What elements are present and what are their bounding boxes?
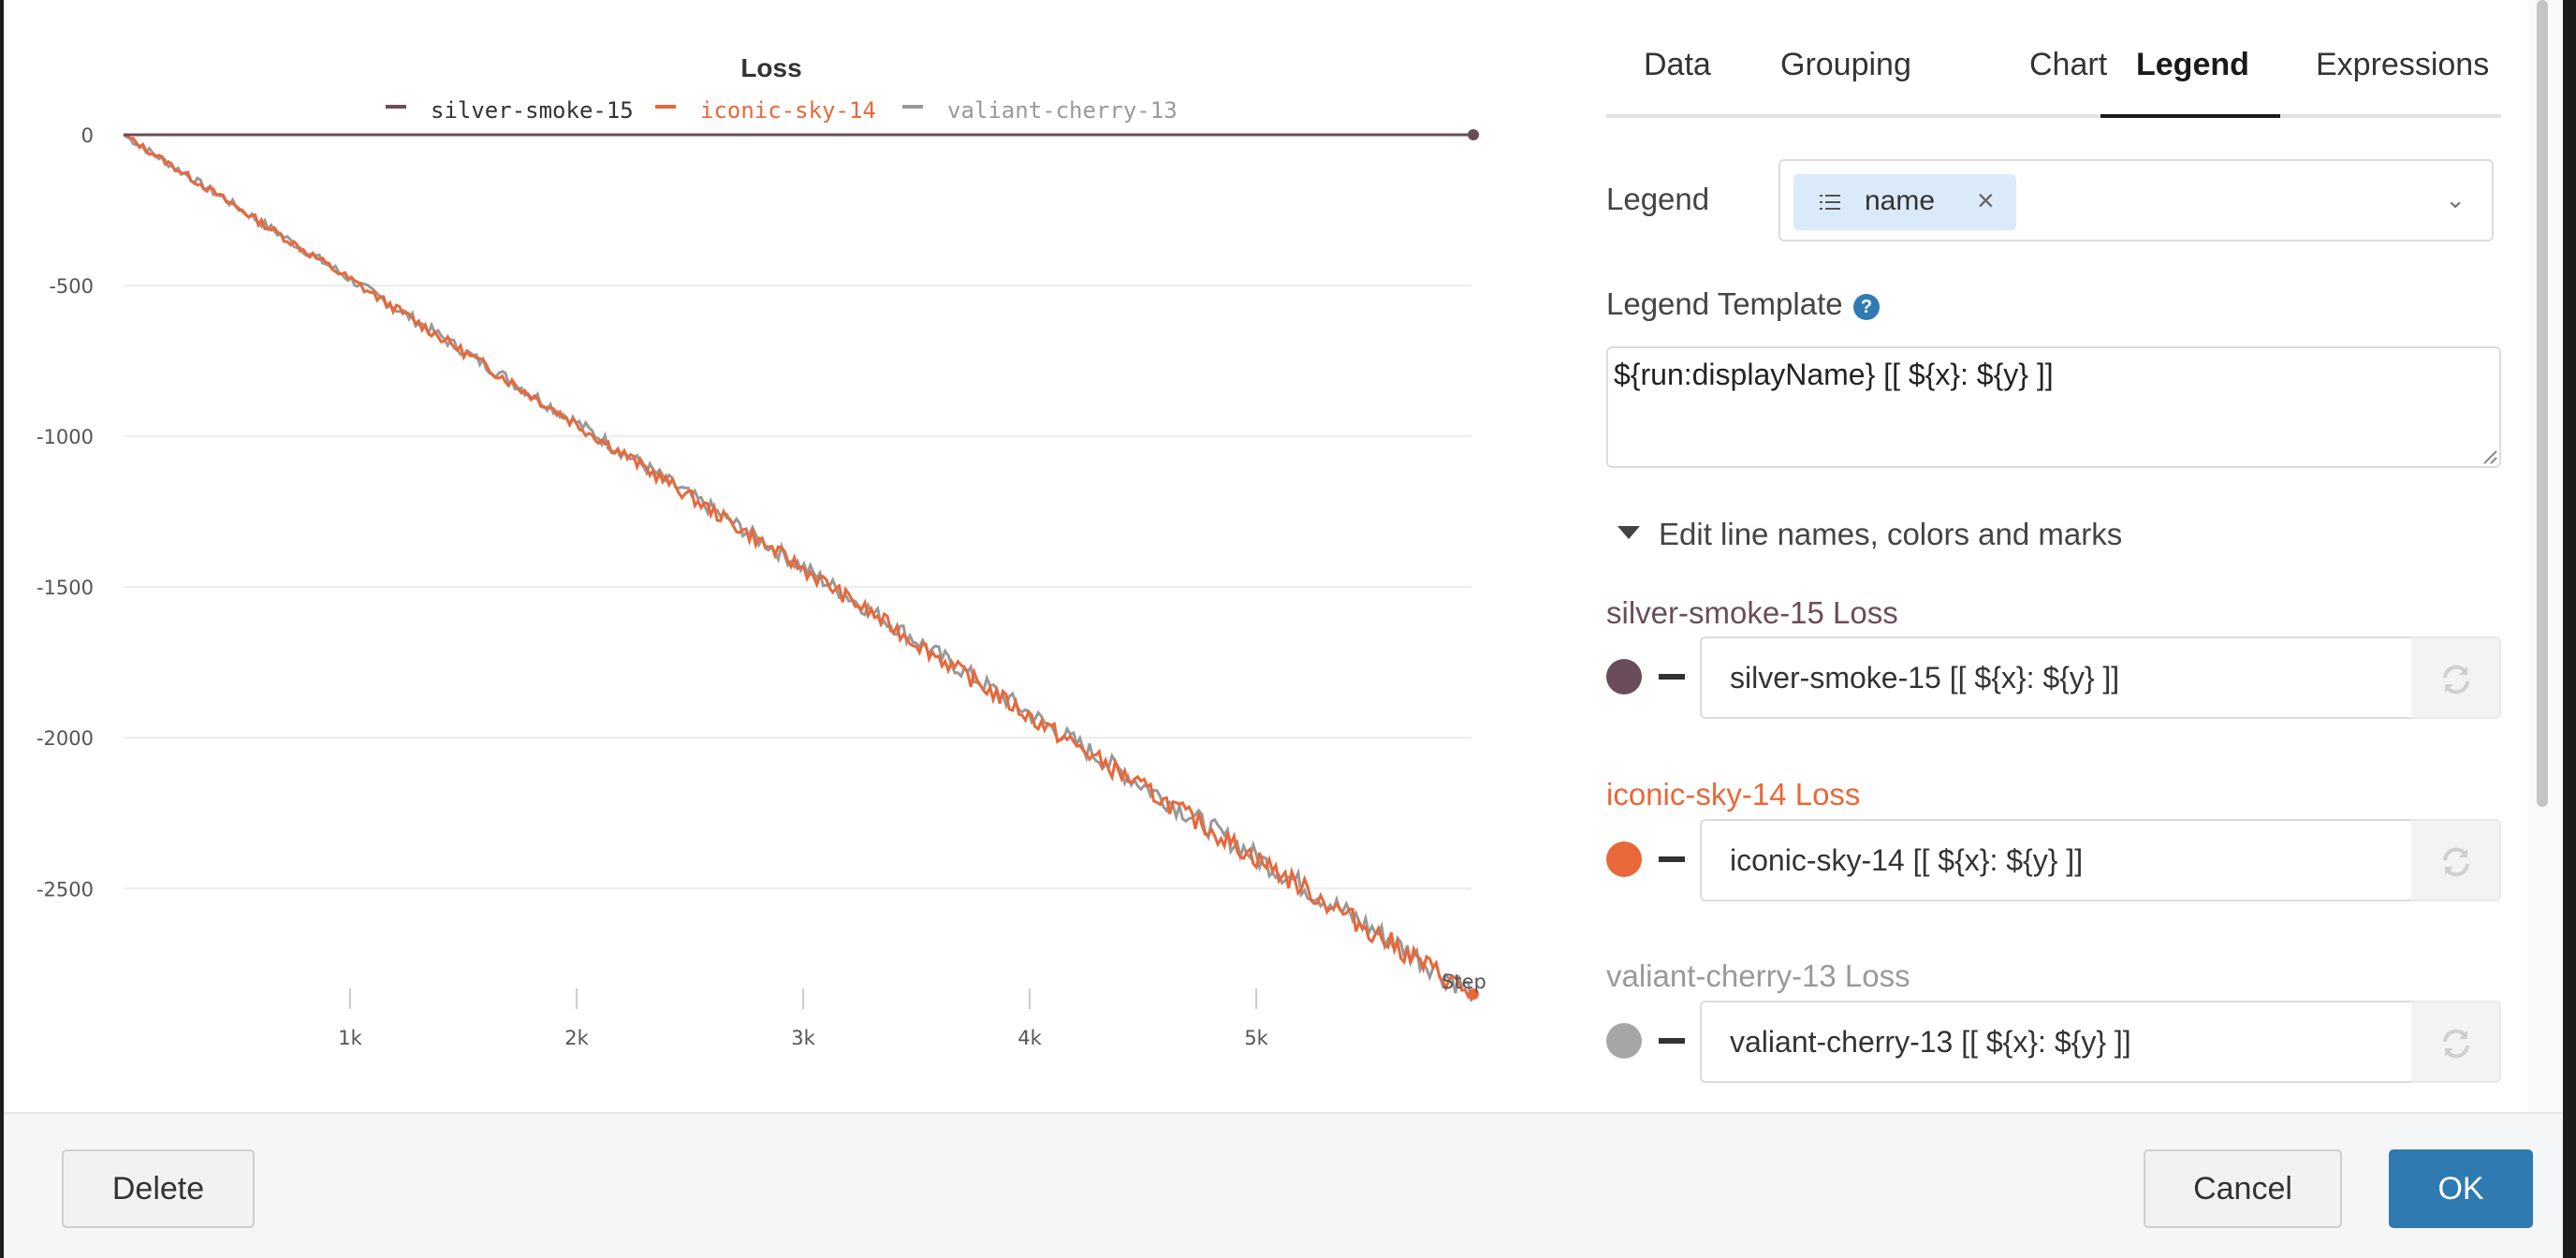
- tab-expressions[interactable]: Expressions: [2316, 47, 2489, 114]
- tab-chart[interactable]: Chart: [2029, 47, 2107, 114]
- legend-template-label: Legend Template: [1606, 286, 1843, 321]
- line-mark-selector[interactable]: [1659, 674, 1685, 680]
- tab-bar: Data Grouping Chart Legend Expressions: [1606, 28, 2501, 118]
- help-icon[interactable]: ?: [1853, 294, 1880, 320]
- active-tab-indicator: [2100, 114, 2280, 118]
- refresh-icon: [2443, 847, 2469, 877]
- y-tick-label: -500: [49, 275, 94, 298]
- scrollbar-thumb[interactable]: [2537, 0, 2548, 807]
- legend-item-label: valiant-cherry-13: [947, 97, 1178, 124]
- dialog-footer: Delete Cancel OK: [4, 1112, 2563, 1258]
- remove-chip-icon[interactable]: ×: [1977, 183, 1995, 218]
- y-tick-label: 0: [81, 124, 94, 147]
- line-mark-selector[interactable]: [1659, 1038, 1685, 1044]
- window-edge: [2563, 0, 2576, 1258]
- chevron-down-icon[interactable]: ⌄: [2445, 185, 2466, 214]
- legend-field-select[interactable]: name × ⌄: [1778, 159, 2494, 241]
- x-tick-label: 1k: [338, 1027, 362, 1049]
- refresh-icon: [2443, 1029, 2469, 1059]
- tab-grouping[interactable]: Grouping: [1780, 47, 1911, 114]
- series-name-input-valiant-cherry-13[interactable]: [1700, 1001, 2413, 1083]
- y-tick-label: -2000: [37, 727, 94, 750]
- refresh-icon: [2443, 665, 2469, 695]
- chart-title: Loss: [740, 53, 801, 82]
- series-title-silver-smoke-15: silver-smoke-15 Loss: [1606, 595, 1898, 630]
- legend-chip-label: name: [1865, 185, 1936, 216]
- chart-series: [123, 129, 1479, 1002]
- x-tick-label: 2k: [564, 1027, 589, 1049]
- edit-lines-label: Edit line names, colors and marks: [1659, 517, 2123, 551]
- x-tick-label: 4k: [1017, 1027, 1042, 1049]
- series-name-input-silver-smoke-15[interactable]: [1700, 636, 2413, 719]
- color-picker-valiant-cherry-13[interactable]: [1606, 1023, 1642, 1059]
- legend-chip: name ×: [1793, 174, 2016, 230]
- list-icon: [1820, 195, 1840, 210]
- series-title-valiant-cherry-13: valiant-cherry-13 Loss: [1606, 958, 1910, 993]
- y-axis: 0 -500 -1000 -1500 -2000 -2500: [37, 124, 94, 900]
- reset-button[interactable]: [2411, 636, 2501, 719]
- series-name-input-iconic-sky-14[interactable]: [1700, 819, 2413, 901]
- chart-grid: [124, 134, 1471, 890]
- color-picker-silver-smoke-15[interactable]: [1606, 659, 1642, 695]
- window-edge: [0, 0, 4, 1258]
- reset-button[interactable]: [2411, 1001, 2501, 1083]
- chart-legend: silver-smoke-15 iconic-sky-14 valiant-cher…: [386, 97, 1178, 124]
- edit-lines-toggle[interactable]: Edit line names, colors and marks: [1617, 517, 2122, 552]
- y-tick-label: -2500: [37, 878, 94, 900]
- x-tick-label: 3k: [791, 1027, 815, 1049]
- resize-handle-icon[interactable]: [2481, 447, 2497, 464]
- y-tick-label: -1500: [37, 577, 94, 599]
- line-mark-selector[interactable]: [1659, 856, 1685, 862]
- caret-down-icon: [1617, 526, 1640, 539]
- legend-template-input[interactable]: ${run:displayName} [[ ${x}: ${y} ]]: [1606, 346, 2501, 468]
- x-tick-label: 5k: [1244, 1027, 1268, 1049]
- legend-item-label: silver-smoke-15: [431, 97, 634, 124]
- tab-legend[interactable]: Legend: [2136, 47, 2249, 114]
- x-axis: 1k 2k 3k 4k 5k: [338, 988, 1269, 1049]
- color-picker-iconic-sky-14[interactable]: [1606, 841, 1642, 877]
- y-tick-label: -1000: [37, 426, 94, 448]
- legend-item-label: iconic-sky-14: [700, 97, 876, 124]
- loss-chart: Loss silver-smoke-15 iconic-sky-14 valiant…: [37, 53, 1486, 1049]
- cancel-button[interactable]: Cancel: [2144, 1149, 2342, 1228]
- delete-button[interactable]: Delete: [62, 1149, 255, 1228]
- series-title-iconic-sky-14: iconic-sky-14 Loss: [1606, 777, 1861, 812]
- tab-data[interactable]: Data: [1644, 47, 1711, 114]
- ok-button[interactable]: OK: [2389, 1149, 2533, 1228]
- legend-field-label: Legend: [1606, 182, 1710, 216]
- series-endpoint: [1468, 129, 1479, 140]
- x-axis-label: Step: [1442, 971, 1486, 993]
- chart-area: Loss silver-smoke-15 iconic-sky-14 valiant…: [0, 0, 1535, 1112]
- reset-button[interactable]: [2411, 819, 2501, 901]
